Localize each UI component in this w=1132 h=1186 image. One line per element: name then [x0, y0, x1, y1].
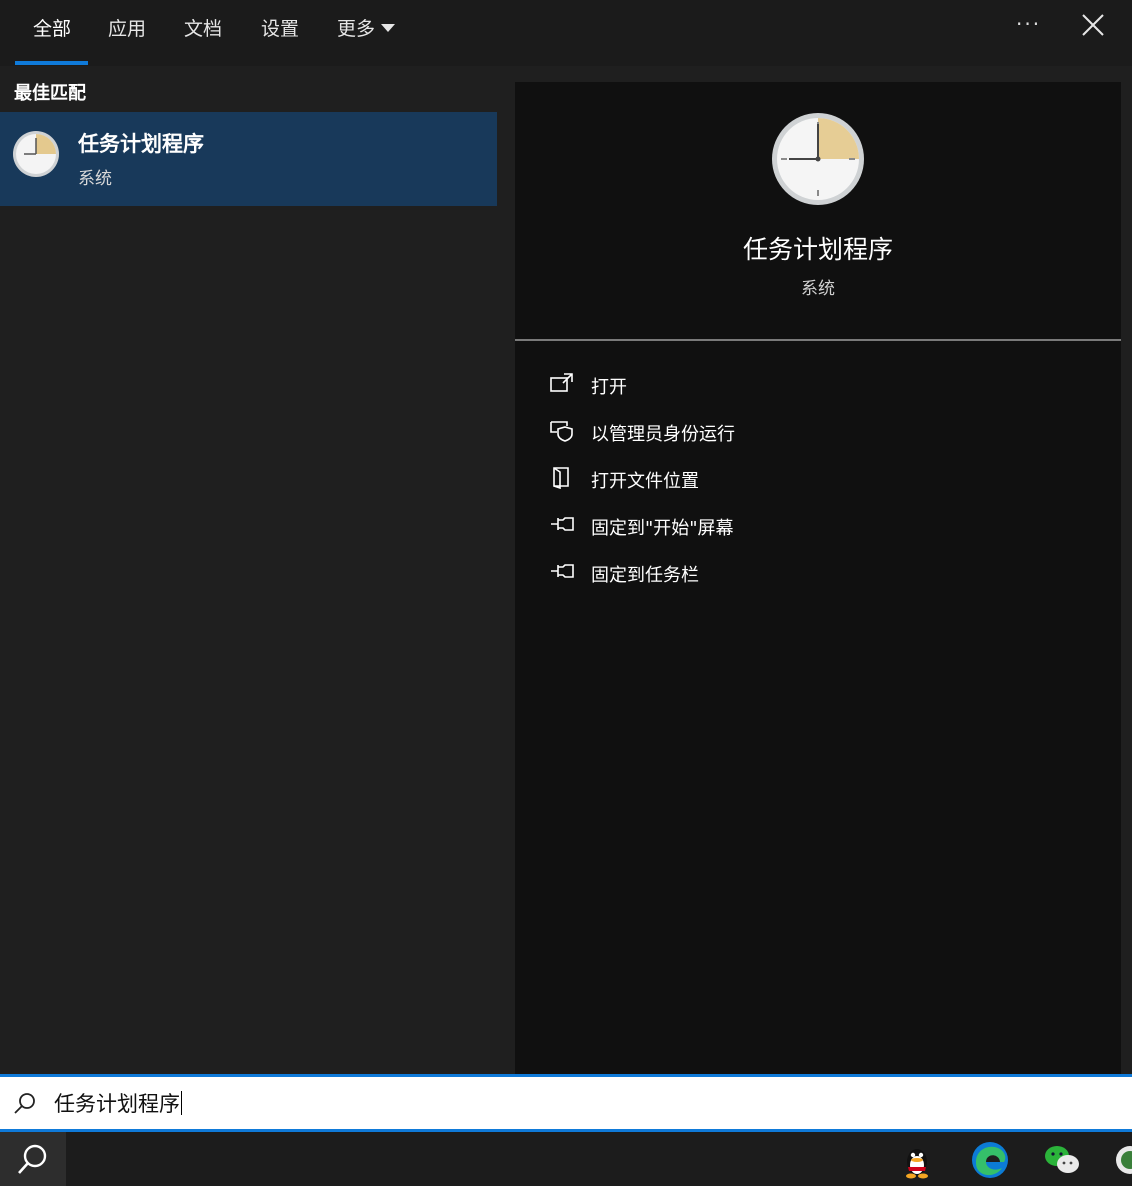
taskbar [0, 1132, 1132, 1186]
search-icon [14, 1093, 35, 1114]
preview-title: 任务计划程序 [742, 235, 893, 264]
search-query: 任务计划程序 [54, 1092, 180, 1116]
taskbar-search-button[interactable] [0, 1132, 66, 1186]
action-label: 以管理员身份运行 [591, 424, 735, 445]
result-title: 任务计划程序 [78, 132, 204, 156]
clock-icon [13, 131, 59, 177]
action-label: 打开文件位置 [591, 471, 699, 492]
tab-documents[interactable]: 文档 [184, 14, 222, 41]
search-input[interactable]: 任务计划程序 [54, 1088, 182, 1118]
tab-all[interactable]: 全部 [33, 14, 71, 41]
edge-icon[interactable] [970, 1140, 1010, 1180]
wechat-icon[interactable] [1042, 1140, 1082, 1180]
tab-more[interactable]: 更多 [337, 14, 396, 41]
qq-icon[interactable] [897, 1140, 937, 1180]
tab-settings[interactable]: 设置 [261, 14, 299, 41]
run-as-admin-icon [550, 421, 573, 442]
preview-subtitle: 系统 [801, 279, 835, 299]
active-tab-indicator [15, 61, 88, 65]
filter-tab-bar: 全部 应用 文档 设置 更多 ··· [0, 0, 1132, 66]
action-label: 固定到任务栏 [591, 565, 699, 586]
best-match-label: 最佳匹配 [14, 83, 86, 104]
search-icon [18, 1144, 47, 1174]
results-pane: 最佳匹配 任务计划程序 系统 [0, 66, 497, 1074]
pin-icon [551, 517, 574, 531]
tab-apps[interactable]: 应用 [108, 14, 146, 41]
close-icon[interactable] [1078, 10, 1108, 40]
caret-down-icon [381, 24, 396, 32]
action-label: 固定到"开始"屏幕 [591, 518, 734, 539]
tab-more-label: 更多 [337, 18, 376, 40]
result-subtitle: 系统 [78, 169, 112, 189]
open-icon [550, 373, 573, 392]
clock-icon [772, 113, 864, 205]
best-match-result[interactable]: 任务计划程序 系统 [0, 112, 497, 206]
action-label: 打开 [591, 377, 627, 398]
search-focus-border [0, 1074, 1132, 1077]
divider [515, 339, 1121, 341]
text-cursor [181, 1091, 182, 1115]
more-options-button[interactable]: ··· [1016, 12, 1041, 36]
app-icon[interactable] [1110, 1140, 1132, 1180]
pin-icon [551, 564, 574, 578]
preview-pane: 任务计划程序 系统 打开 以管理员身份运行 打开文件位置 固定到"开始"屏幕 固… [515, 82, 1121, 1074]
file-location-icon [553, 467, 569, 489]
search-box[interactable]: 任务计划程序 [0, 1074, 1132, 1132]
